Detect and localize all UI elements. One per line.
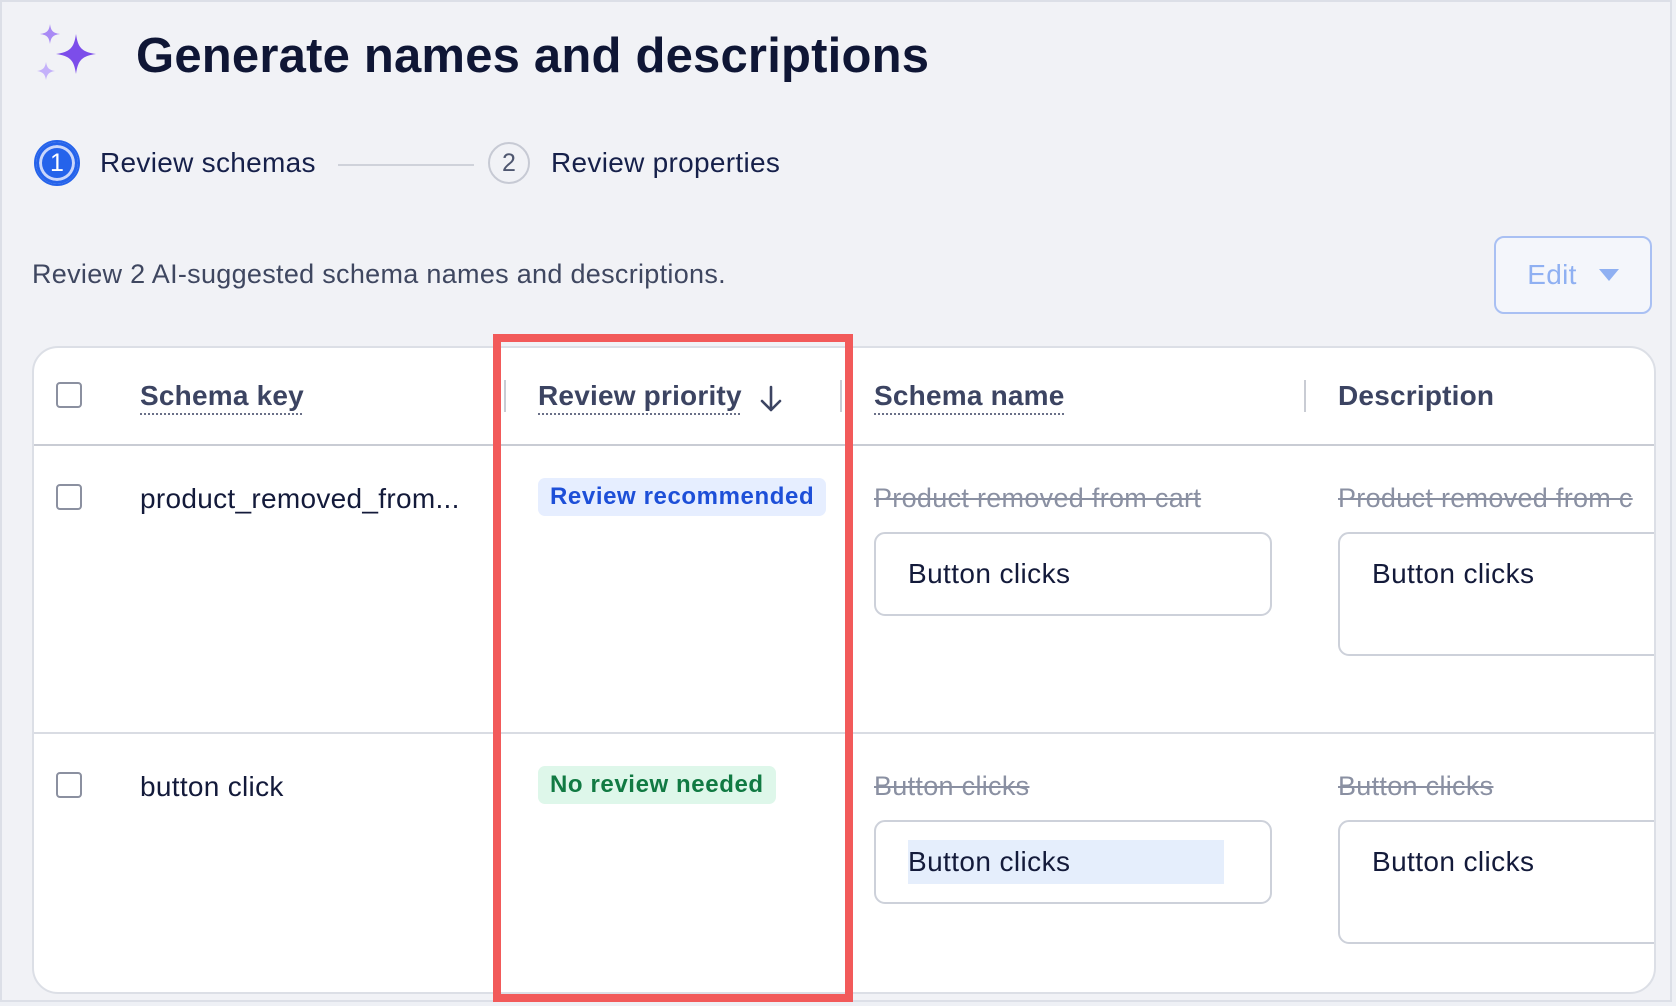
- schema-name-value: Button clicks: [908, 558, 1071, 589]
- page-title: Generate names and descriptions: [136, 29, 930, 83]
- edit-dropdown-button[interactable]: Edit: [1494, 236, 1652, 314]
- previous-schema-name: Product removed from cart: [874, 483, 1202, 513]
- schema-name-input[interactable]: Button clicks: [874, 532, 1272, 616]
- row-checkbox[interactable]: [56, 772, 82, 798]
- description-value: Button clicks: [1372, 846, 1535, 877]
- select-all-checkbox[interactable]: [56, 382, 82, 408]
- review-summary: Review 2 AI-suggested schema names and d…: [32, 259, 726, 289]
- edit-button-label: Edit: [1527, 259, 1577, 290]
- step-1-label[interactable]: Review schemas: [100, 147, 316, 179]
- previous-description: Button clicks: [1338, 771, 1494, 801]
- description-textarea[interactable]: Button clicks: [1338, 820, 1654, 944]
- column-header-schema-key[interactable]: Schema key: [140, 380, 304, 412]
- schema-key-cell: button click: [140, 771, 284, 802]
- column-divider[interactable]: [1304, 380, 1306, 412]
- step-2-label[interactable]: Review properties: [551, 147, 780, 179]
- schema-name-value: Button clicks: [908, 840, 1225, 884]
- description-value: Button clicks: [1372, 558, 1535, 589]
- column-header-schema-name[interactable]: Schema name: [874, 380, 1065, 412]
- previous-description: Product removed from c: [1338, 483, 1633, 513]
- review-priority-highlight: [493, 334, 853, 1002]
- step-1-indicator[interactable]: 1: [34, 140, 80, 186]
- column-header-description[interactable]: Description: [1338, 380, 1494, 412]
- description-textarea[interactable]: Button clicks: [1338, 532, 1654, 656]
- sparkle-icon: [37, 24, 96, 80]
- step-2-number: 2: [502, 148, 516, 177]
- caret-down-icon: [1598, 269, 1619, 281]
- step-2-indicator[interactable]: 2: [488, 142, 530, 184]
- previous-schema-name: Button clicks: [874, 771, 1030, 801]
- stepper: 1 Review schemas 2 Review properties: [34, 140, 836, 190]
- step-connector: [338, 164, 474, 166]
- schema-key-cell: product_removed_from...: [140, 483, 460, 514]
- schema-name-input[interactable]: Button clicks: [874, 820, 1272, 904]
- row-checkbox[interactable]: [56, 484, 82, 510]
- app-frame: Generate names and descriptions 1 Review…: [0, 0, 1672, 1002]
